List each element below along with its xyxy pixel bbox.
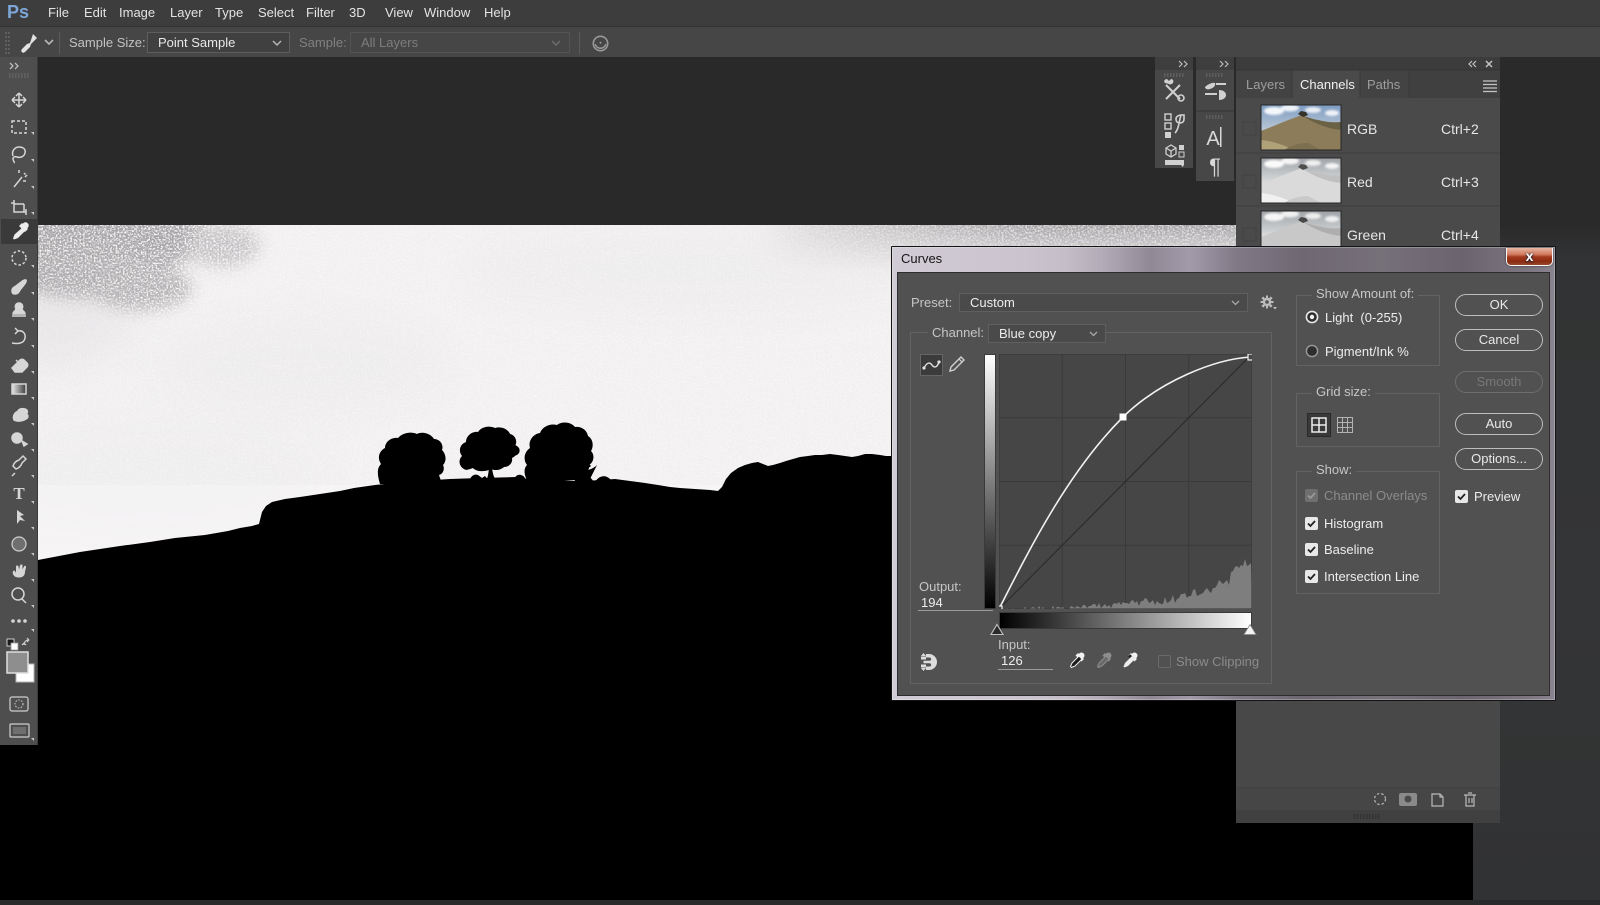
svg-text:T: T xyxy=(13,484,25,503)
svg-text:Green: Green xyxy=(1347,227,1386,243)
svg-text:¶: ¶ xyxy=(1209,154,1221,179)
svg-text:Ctrl+3: Ctrl+3 xyxy=(1441,174,1479,190)
svg-text:Layers: Layers xyxy=(1246,77,1286,92)
svg-text:A: A xyxy=(1206,128,1220,150)
svg-text:RGB: RGB xyxy=(1347,121,1377,137)
svg-text:Ctrl+2: Ctrl+2 xyxy=(1441,121,1479,137)
svg-text:Red: Red xyxy=(1347,174,1373,190)
svg-text:Paths: Paths xyxy=(1367,77,1401,92)
svg-text:Channels: Channels xyxy=(1300,77,1355,92)
svg-text:Ctrl+4: Ctrl+4 xyxy=(1441,227,1479,243)
